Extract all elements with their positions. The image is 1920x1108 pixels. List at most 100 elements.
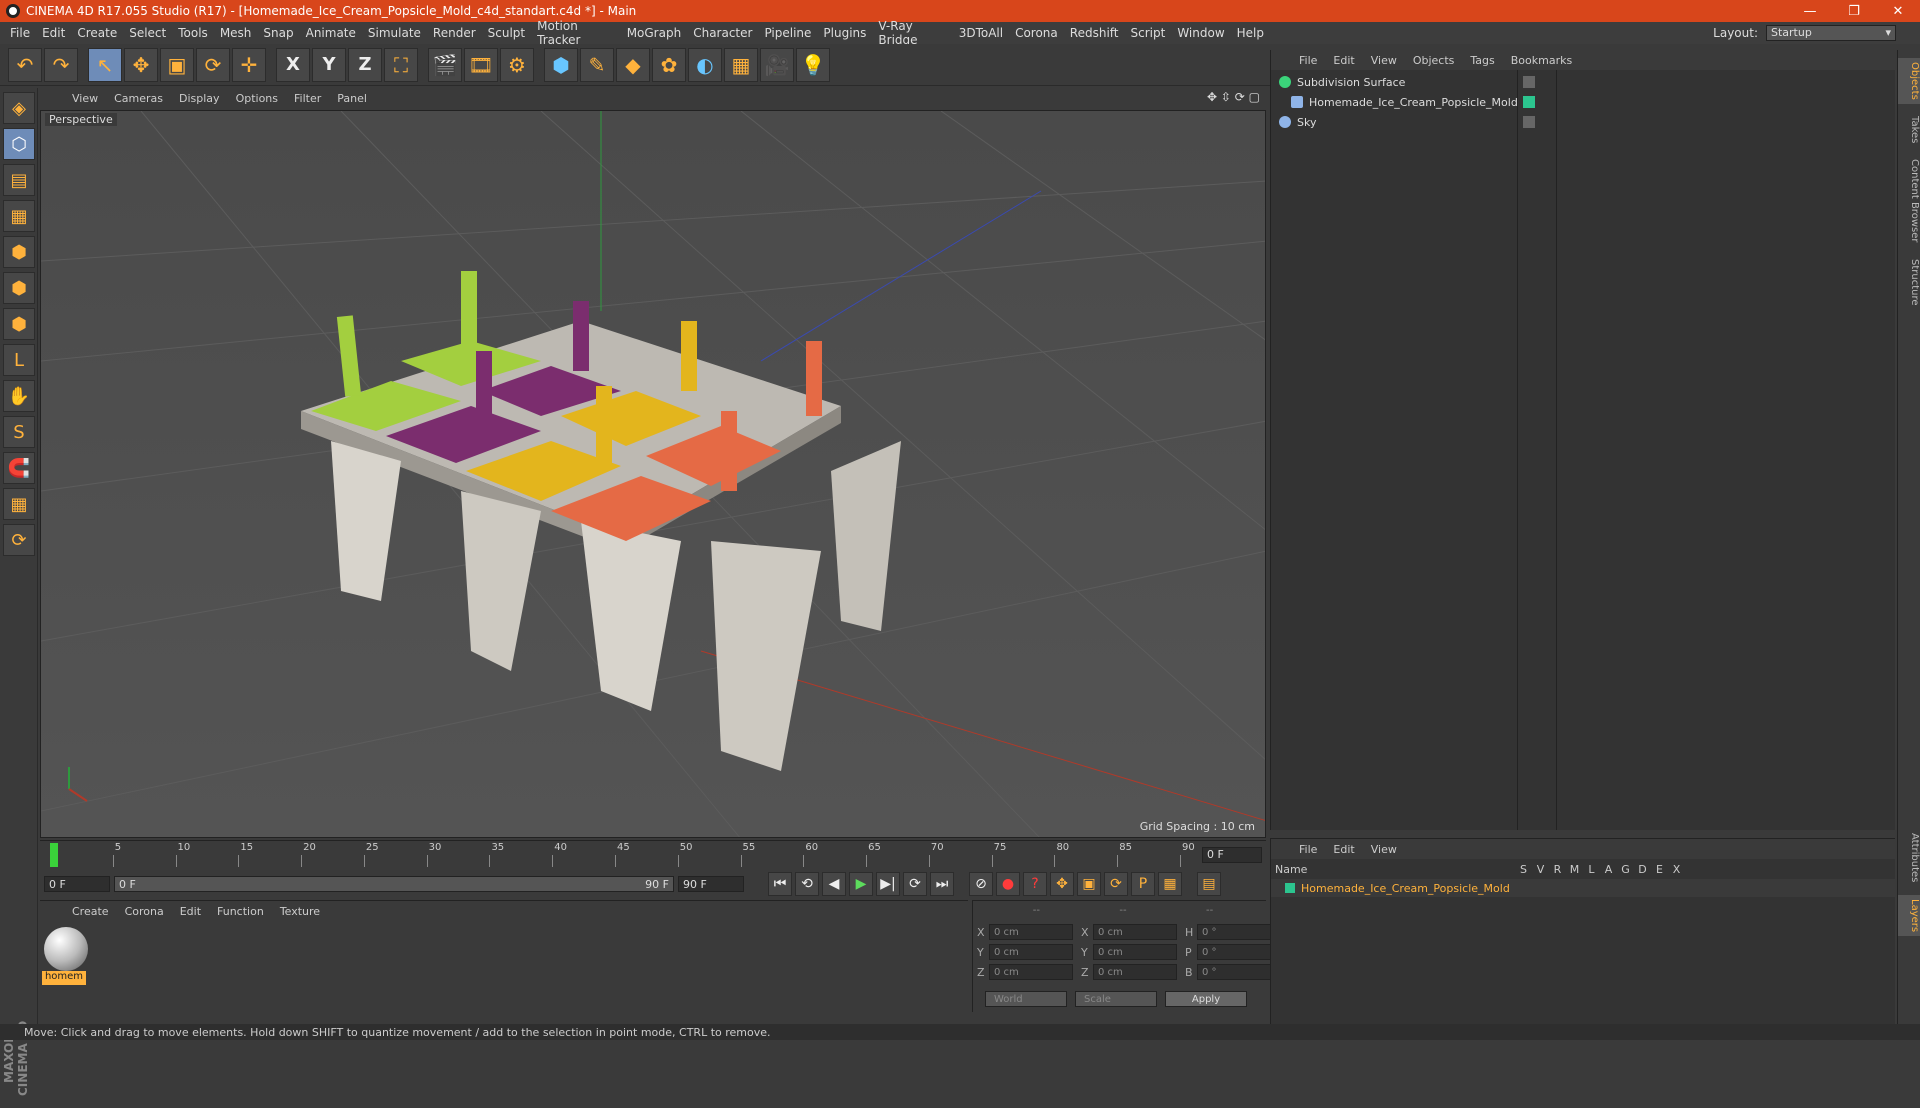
layers-menu-view[interactable]: View [1363, 843, 1405, 856]
snapping-icon[interactable]: 🧲 [3, 452, 35, 484]
go-to-start-icon[interactable]: ⏮ [768, 872, 792, 896]
object-row-popsicle-mold[interactable]: Homemade_Ice_Cream_Popsicle_Mold [1271, 92, 1896, 112]
viewport-menu-options[interactable]: Options [228, 92, 286, 105]
locked-workplane-icon[interactable]: ⟳ [3, 524, 35, 556]
apply-button[interactable]: Apply [1165, 991, 1247, 1007]
menu-file[interactable]: File [4, 26, 36, 40]
motion-record-icon[interactable]: ⊘ [969, 872, 993, 896]
playhead[interactable] [50, 843, 58, 867]
viewport-menu-panel[interactable]: Panel [329, 92, 375, 105]
position-z-field[interactable]: 0 cm [989, 964, 1073, 980]
render-view-icon[interactable]: 🎬 [428, 47, 462, 82]
tab-attributes[interactable]: Attributes [1898, 829, 1920, 886]
tab-objects[interactable]: Objects [1898, 58, 1920, 104]
tab-structure[interactable]: Structure [1898, 255, 1920, 310]
objects-menu-tags[interactable]: Tags [1462, 54, 1502, 67]
rotation-b-field[interactable]: 0 ° [1197, 964, 1277, 980]
move-icon[interactable]: ✥ [124, 47, 158, 82]
key-position-icon[interactable]: ✥ [1050, 872, 1074, 896]
object-row-sky[interactable]: Sky [1271, 112, 1896, 132]
texture-mode-icon[interactable]: ▤ [3, 164, 35, 196]
menu-edit[interactable]: Edit [36, 26, 71, 40]
rotate-icon[interactable]: ⟳ [196, 47, 230, 82]
next-frame-icon[interactable]: ▶| [876, 872, 900, 896]
menu-plugins[interactable]: Plugins [817, 26, 872, 40]
objects-menu-file[interactable]: File [1291, 54, 1325, 67]
menu-animate[interactable]: Animate [300, 26, 362, 40]
previous-key-icon[interactable]: ⟲ [795, 872, 819, 896]
objects-menu-edit[interactable]: Edit [1325, 54, 1362, 67]
layout-select[interactable]: Startup [1766, 25, 1896, 41]
viewport-menu-cameras[interactable]: Cameras [106, 92, 171, 105]
key-scale-icon[interactable]: ▣ [1077, 872, 1101, 896]
array-icon[interactable]: ✿ [652, 47, 686, 82]
menu-window[interactable]: Window [1171, 26, 1230, 40]
play-icon[interactable]: ▶ [849, 872, 873, 896]
preview-range-slider[interactable]: 0 F 90 F [114, 876, 674, 892]
menu-mograph[interactable]: MoGraph [621, 26, 688, 40]
key-rotation-icon[interactable]: ⟳ [1104, 872, 1128, 896]
minimize-button[interactable]: — [1788, 4, 1832, 19]
z-axis-lock-button[interactable]: Z [348, 47, 382, 82]
recent-tool-icon[interactable]: ✛ [232, 47, 266, 82]
objects-menu-view[interactable]: View [1363, 54, 1405, 67]
tweak-mode-icon[interactable]: ✋ [3, 380, 35, 412]
deformer-icon[interactable]: ◐ [688, 47, 722, 82]
layer-row[interactable]: Homemade_Ice_Cream_Popsicle_Mold [1271, 879, 1896, 897]
menu-vray-bridge[interactable]: V-Ray Bridge [872, 19, 952, 47]
menu-corona[interactable]: Corona [1009, 26, 1064, 40]
size-y-field[interactable]: 0 cm [1093, 944, 1177, 960]
start-frame-field[interactable]: 0 F [44, 876, 110, 892]
workplane-mode-icon[interactable]: ▦ [3, 200, 35, 232]
object-row-subdivision-surface[interactable]: Subdivision Surface [1271, 72, 1896, 92]
key-parameter-icon[interactable]: P [1131, 872, 1155, 896]
menu-tools[interactable]: Tools [172, 26, 214, 40]
layer-color-swatch[interactable] [1285, 883, 1295, 893]
light-icon[interactable]: 💡 [796, 47, 830, 82]
tab-content-browser[interactable]: Content Browser [1898, 155, 1920, 246]
live-selection-icon[interactable]: ↖ [88, 47, 122, 82]
layers-menu-edit[interactable]: Edit [1325, 843, 1362, 856]
viewport-menu-display[interactable]: Display [171, 92, 228, 105]
menu-character[interactable]: Character [687, 26, 758, 40]
autokeying-icon[interactable]: ? [1023, 872, 1047, 896]
render-settings-icon[interactable]: ⚙ [500, 47, 534, 82]
record-active-objects-icon[interactable]: ● [996, 872, 1020, 896]
size-x-field[interactable]: 0 cm [1093, 924, 1177, 940]
material-menu-create[interactable]: Create [64, 905, 117, 918]
next-key-icon[interactable]: ⟳ [903, 872, 927, 896]
menu-snap[interactable]: Snap [257, 26, 299, 40]
scale-icon[interactable]: ▣ [160, 47, 194, 82]
material-menu-corona[interactable]: Corona [117, 905, 172, 918]
y-axis-lock-button[interactable]: Y [312, 47, 346, 82]
world-select[interactable]: World [985, 991, 1067, 1007]
menu-mesh[interactable]: Mesh [214, 26, 258, 40]
material-preview[interactable] [44, 927, 88, 971]
objects-menu-bookmarks[interactable]: Bookmarks [1503, 54, 1580, 67]
x-axis-lock-button[interactable]: X [276, 47, 310, 82]
cube-object-icon[interactable]: ⬢ [544, 47, 578, 82]
menu-redshift[interactable]: Redshift [1064, 26, 1125, 40]
rotation-h-field[interactable]: 0 ° [1197, 924, 1277, 940]
menu-render[interactable]: Render [427, 26, 482, 40]
scale-select[interactable]: Scale [1075, 991, 1157, 1007]
coordinate-system-icon[interactable]: ⛶ [384, 47, 418, 82]
material-menu-function[interactable]: Function [209, 905, 272, 918]
key-point-level-icon[interactable]: ▦ [1158, 872, 1182, 896]
menu-select[interactable]: Select [123, 26, 172, 40]
tab-layers[interactable]: Layers [1898, 894, 1920, 936]
axis-mode-icon[interactable]: L [3, 344, 35, 376]
points-mode-icon[interactable]: ⬢ [3, 236, 35, 268]
menu-motion-tracker[interactable]: Motion Tracker [531, 19, 621, 47]
menu-pipeline[interactable]: Pipeline [758, 26, 817, 40]
material-menu-edit[interactable]: Edit [172, 905, 209, 918]
material-menu-texture[interactable]: Texture [272, 905, 328, 918]
close-button[interactable]: ✕ [1876, 4, 1920, 19]
menu-create[interactable]: Create [71, 26, 123, 40]
make-editable-icon[interactable]: ◈ [3, 92, 35, 124]
timeline-ruler[interactable]: 051015202530354045505560657075808590 0 F [40, 840, 1266, 868]
end-frame-field[interactable]: 90 F [678, 876, 744, 892]
workplane-lock-icon[interactable]: ▦ [3, 488, 35, 520]
solo-mode-icon[interactable]: S [3, 416, 35, 448]
tab-takes[interactable]: Takes [1898, 112, 1920, 147]
